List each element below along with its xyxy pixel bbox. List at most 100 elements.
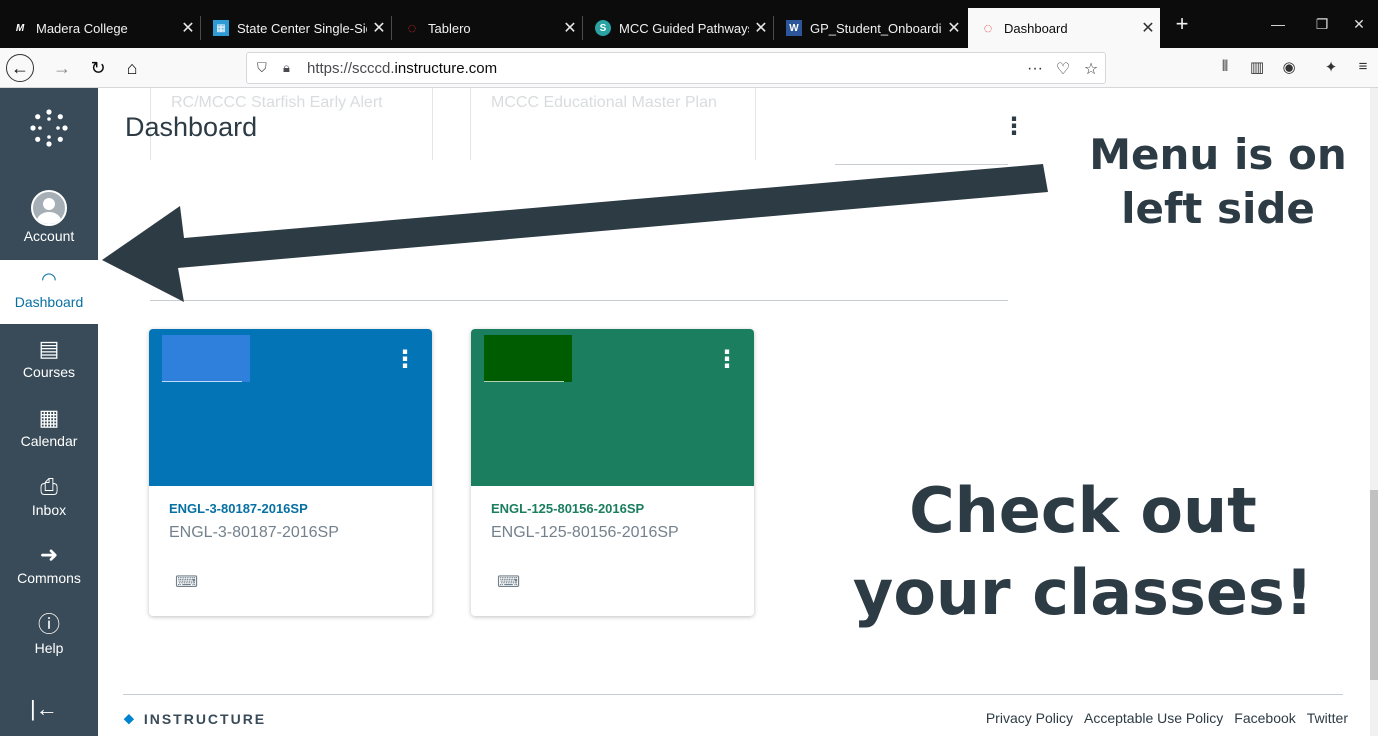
lock-icon[interactable]: 🔒︎ bbox=[283, 60, 301, 76]
reload-icon: ↻ bbox=[90, 57, 106, 78]
course-card-hero[interactable]: ⋮ bbox=[149, 329, 432, 486]
annotation-line: left side bbox=[1121, 184, 1315, 233]
divider bbox=[162, 381, 242, 382]
close-tab-icon[interactable]: ✕ bbox=[558, 18, 582, 38]
canvas-logo-icon[interactable] bbox=[29, 108, 69, 148]
annotation-line: Check out bbox=[909, 474, 1257, 547]
canvas-favicon-icon: ◌ bbox=[983, 19, 993, 37]
dashboard-gauge-icon: ◠ bbox=[41, 269, 57, 289]
page-title: Dashboard bbox=[125, 112, 258, 142]
close-tab-icon[interactable]: ✕ bbox=[176, 18, 200, 38]
footer-divider bbox=[123, 694, 1343, 695]
tab-gp-student-onboarding[interactable]: W GP_Student_Onboardi ✕ bbox=[774, 8, 966, 48]
sidebar-item-courses[interactable]: ▤ Courses bbox=[0, 330, 98, 392]
annotation-menu: Menu is on left side bbox=[1068, 128, 1368, 236]
close-window-button[interactable]: ✕ bbox=[1340, 8, 1378, 40]
bookmark-star-icon[interactable]: ☆ bbox=[1077, 59, 1105, 79]
footer-links: Privacy Policy Acceptable Use Policy Fac… bbox=[986, 710, 1348, 726]
facebook-link[interactable]: Facebook bbox=[1234, 710, 1295, 726]
discussions-icon[interactable]: ⌨︎ bbox=[175, 572, 198, 592]
user-avatar-icon bbox=[31, 190, 67, 226]
browser-nav-bar: ← → ↻ ⌂ ⛉ 🔒︎ https://scccd. instructure.… bbox=[0, 48, 1378, 88]
sidebar-item-commons[interactable]: ➜ Commons bbox=[0, 536, 98, 598]
background-card-title: MCCC Educational Master Plan bbox=[491, 94, 717, 111]
account-circle-icon[interactable]: ◉ bbox=[1278, 58, 1300, 80]
tab-title: Tablero bbox=[428, 20, 471, 36]
collapse-nav-button[interactable]: |← bbox=[30, 696, 58, 722]
global-navigation-sidebar: Account ◠ Dashboard ▤ Courses ▦ Calendar… bbox=[0, 88, 98, 736]
calendar-icon: ▦ bbox=[38, 405, 60, 430]
tab-title: GP_Student_Onboardi bbox=[810, 20, 942, 36]
sidebar-item-label: Inbox bbox=[31, 502, 67, 518]
reload-button[interactable]: ↻ bbox=[84, 54, 112, 82]
sidebar-item-account[interactable]: Account bbox=[0, 186, 98, 248]
maximize-button[interactable]: ❐ bbox=[1300, 8, 1344, 40]
course-card[interactable]: ⋮ ENGL-125-80156-2016SP ENGL-125-80156-2… bbox=[471, 329, 754, 616]
url-actions: ··· ♡ ☆ bbox=[1021, 53, 1105, 85]
url-bar[interactable]: ⛉ 🔒︎ https://scccd. instructure.com ··· … bbox=[246, 52, 1106, 84]
dashboard-options-icon[interactable]: ⋮ bbox=[1002, 112, 1026, 141]
back-arrow-icon: ← bbox=[11, 57, 29, 78]
acceptable-use-policy-link[interactable]: Acceptable Use Policy bbox=[1084, 710, 1223, 726]
tab-title: Dashboard bbox=[1004, 20, 1068, 36]
library-icon[interactable]: ⫴ bbox=[1214, 58, 1236, 80]
browser-tab-strip: M Madera College ✕ ▦ State Center Single… bbox=[0, 0, 1378, 48]
sidebar-toggle-icon[interactable]: ▥ bbox=[1246, 58, 1268, 80]
tab-tablero[interactable]: ◌ Tablero ✕ bbox=[392, 8, 582, 48]
sidebar-item-help[interactable]: ⓘ Help bbox=[0, 606, 98, 668]
annotation-line: your classes! bbox=[852, 556, 1314, 629]
annotation-line: Menu is on bbox=[1089, 130, 1347, 179]
minimize-button[interactable]: — bbox=[1256, 8, 1300, 40]
course-code-link[interactable]: ENGL-3-80187-2016SP bbox=[169, 501, 308, 516]
grid-favicon-icon: ▦ bbox=[213, 20, 229, 36]
sidebar-item-label: Account bbox=[23, 228, 75, 244]
instructure-logo[interactable]: ⬥ INSTRUCTURE bbox=[124, 710, 266, 727]
commons-arrow-icon: ➜ bbox=[39, 542, 59, 567]
hamburger-menu-icon[interactable]: ≡ bbox=[1352, 58, 1374, 80]
close-tab-icon[interactable]: ✕ bbox=[367, 18, 391, 38]
annotation-classes: Check out your classes! bbox=[843, 470, 1323, 634]
close-tab-icon[interactable]: ✕ bbox=[1136, 18, 1160, 38]
sidebar-item-dashboard[interactable]: ◠ Dashboard bbox=[0, 260, 98, 324]
help-circle-icon: ⓘ bbox=[37, 612, 60, 637]
tab-title: State Center Single-Sic bbox=[237, 20, 367, 36]
tab-title: MCC Guided Pathways bbox=[619, 20, 749, 36]
course-term: ENGL-3-80187-2016SP bbox=[169, 524, 339, 541]
discussions-icon[interactable]: ⌨︎ bbox=[497, 572, 520, 592]
sidebar-item-label: Courses bbox=[22, 364, 76, 380]
course-card-hero[interactable]: ⋮ bbox=[471, 329, 754, 486]
close-tab-icon[interactable]: ✕ bbox=[749, 18, 773, 38]
word-favicon-icon: W bbox=[786, 20, 802, 36]
page-scrollbar-thumb[interactable] bbox=[1370, 490, 1378, 680]
back-button[interactable]: ← bbox=[6, 54, 34, 82]
privacy-policy-link[interactable]: Privacy Policy bbox=[986, 710, 1073, 726]
tracking-shield-icon[interactable]: ⛉ bbox=[257, 60, 275, 76]
tab-madera-college[interactable]: M Madera College ✕ bbox=[0, 8, 200, 48]
extensions-icon[interactable]: ✦ bbox=[1320, 58, 1342, 80]
pocket-icon[interactable]: ♡ bbox=[1049, 59, 1077, 79]
tab-dashboard[interactable]: ◌ Dashboard ✕ bbox=[968, 8, 1160, 48]
course-card[interactable]: ⋮ ENGL-3-80187-2016SP ENGL-3-80187-2016S… bbox=[149, 329, 432, 616]
new-tab-button[interactable]: + bbox=[1170, 8, 1194, 40]
course-image-placeholder bbox=[484, 335, 572, 382]
forward-button[interactable]: → bbox=[48, 54, 76, 82]
course-image-placeholder bbox=[162, 335, 250, 382]
page-actions-icon[interactable]: ··· bbox=[1021, 60, 1049, 78]
divider bbox=[484, 381, 564, 382]
tab-state-center[interactable]: ▦ State Center Single-Sic ✕ bbox=[201, 8, 391, 48]
home-button[interactable]: ⌂ bbox=[118, 54, 146, 82]
course-code-link[interactable]: ENGL-125-80156-2016SP bbox=[491, 501, 644, 516]
twitter-link[interactable]: Twitter bbox=[1307, 710, 1348, 726]
tab-mcc-guided-pathways[interactable]: S MCC Guided Pathways ✕ bbox=[583, 8, 773, 48]
tab-title: Madera College bbox=[36, 20, 128, 36]
card-options-icon[interactable]: ⋮ bbox=[393, 345, 417, 374]
madera-favicon-icon: M bbox=[15, 22, 25, 34]
arrow-shape bbox=[102, 164, 1048, 302]
close-tab-icon[interactable]: ✕ bbox=[942, 18, 966, 38]
sidebar-item-inbox[interactable]: ⎙ Inbox bbox=[0, 468, 98, 530]
divider bbox=[835, 164, 1008, 165]
sidebar-item-calendar[interactable]: ▦ Calendar bbox=[0, 399, 98, 461]
inbox-icon: ⎙ bbox=[40, 474, 58, 499]
divider bbox=[150, 300, 1008, 301]
card-options-icon[interactable]: ⋮ bbox=[715, 345, 739, 374]
